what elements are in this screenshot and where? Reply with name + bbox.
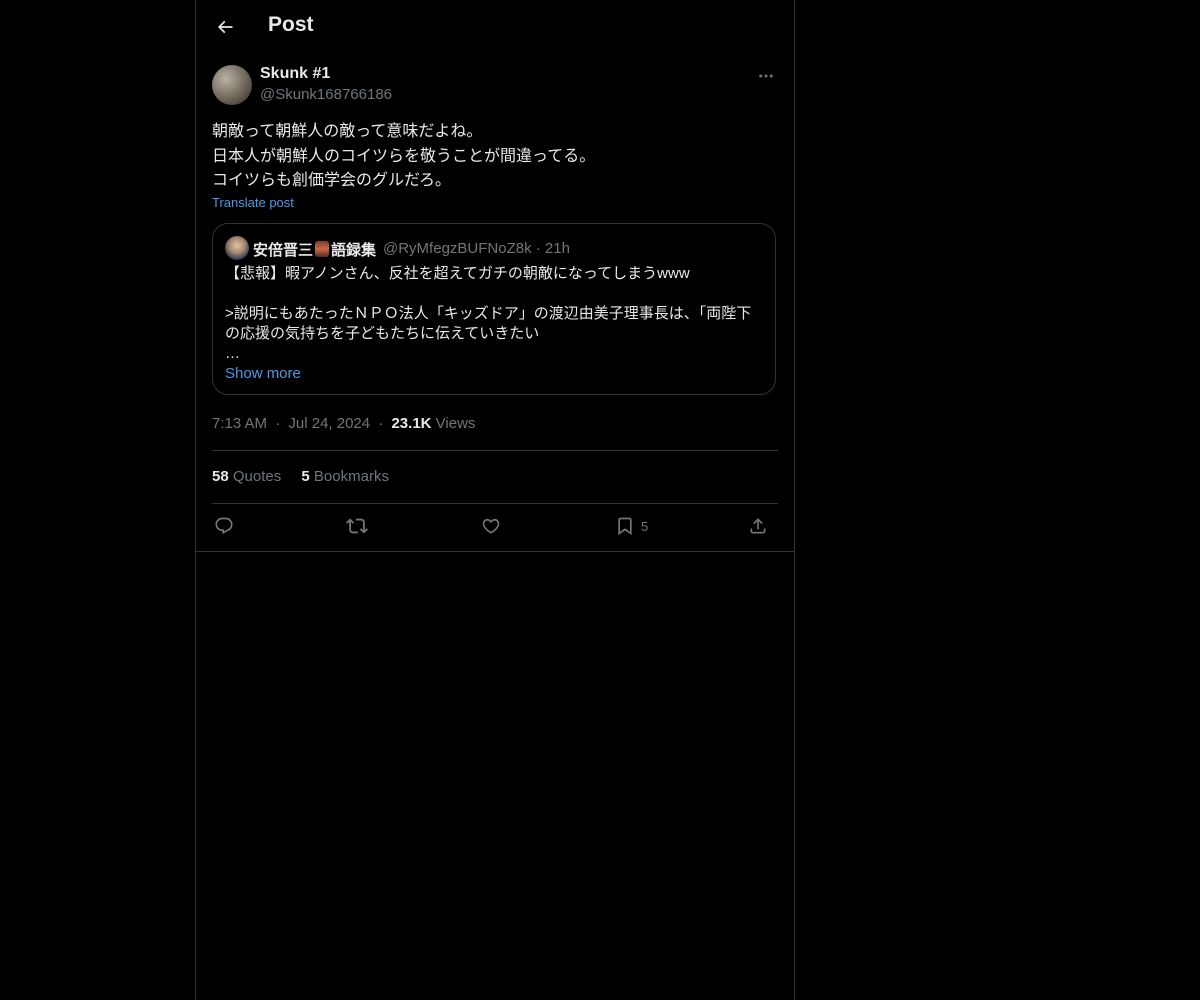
repost-button[interactable] xyxy=(346,514,368,538)
quotes-count: 58 xyxy=(212,468,229,485)
emoji-icon xyxy=(315,241,330,257)
post-text: 朝敵って朝鮮人の敵って意味だよね。 日本人が朝鮮人のコイツらを敬うことが間違って… xyxy=(212,123,596,189)
back-button[interactable] xyxy=(208,10,242,44)
post-author: Skunk #1 @Skunk168766186 xyxy=(212,64,778,108)
views-label: Views xyxy=(435,415,476,432)
bookmark-button[interactable]: 5 xyxy=(615,514,648,538)
quotes-stat[interactable]: 58 Quotes xyxy=(212,468,281,485)
bookmarks-count: 5 xyxy=(301,468,310,485)
post-stats: 58 Quotes 5 Bookmarks xyxy=(212,468,405,485)
author-display-name[interactable]: Skunk #1 xyxy=(260,65,330,83)
quoted-author-name-part1: 安倍晋三 xyxy=(253,242,314,259)
post-date[interactable]: Jul 24, 2024 xyxy=(288,415,370,432)
reply-button[interactable] xyxy=(214,514,234,538)
divider xyxy=(212,503,778,504)
post-time[interactable]: 7:13 AM xyxy=(212,415,267,432)
bookmark-count: 5 xyxy=(641,518,649,534)
more-horizontal-icon xyxy=(759,74,773,78)
page-title: Post xyxy=(268,13,314,36)
reply-icon xyxy=(215,517,233,535)
arrow-left-icon xyxy=(217,20,233,34)
bookmarks-label: Bookmarks xyxy=(313,468,389,485)
like-icon xyxy=(482,518,500,534)
quoted-post-text: 【悲報】暇アノンさん、反社を超えてガチの朝敵になってしまうwww >説明にもあた… xyxy=(225,265,752,362)
quoted-author-name: 安倍晋三 語録集 xyxy=(253,239,376,260)
bookmark-icon xyxy=(618,517,632,536)
divider xyxy=(196,551,794,552)
show-more-link[interactable]: Show more xyxy=(225,365,301,382)
quotes-label: Quotes xyxy=(232,468,282,485)
quoted-author-handle-time: @RyMfegzBUFNoZ8k · 21h xyxy=(383,240,570,257)
action-bar: 5 xyxy=(212,512,778,542)
translate-post-link[interactable]: Translate post xyxy=(212,195,294,210)
top-bar: Post xyxy=(196,0,794,53)
share-button[interactable] xyxy=(748,514,768,538)
bookmarks-stat[interactable]: 5 Bookmarks xyxy=(301,468,389,485)
quoted-author-name-part2: 語録集 xyxy=(331,242,377,259)
views-count: 23.1K xyxy=(391,415,432,432)
like-button[interactable] xyxy=(481,514,501,538)
main-column: Post Skunk #1 @Skunk168766186 朝敵って朝鮮人の敵っ… xyxy=(195,0,795,1000)
author-handle[interactable]: @Skunk168766186 xyxy=(260,86,392,103)
post-meta: 7:13 AM · Jul 24, 2024 · 23.1K Views xyxy=(212,415,475,432)
more-options-button[interactable] xyxy=(754,64,778,88)
repost-icon xyxy=(346,518,368,534)
meta-separator: · xyxy=(275,415,281,432)
quoted-author-avatar xyxy=(225,236,249,260)
share-icon xyxy=(750,518,766,534)
meta-separator: · xyxy=(378,415,384,432)
divider xyxy=(212,450,778,451)
author-avatar[interactable] xyxy=(212,65,252,105)
quoted-post[interactable]: 安倍晋三 語録集 @RyMfegzBUFNoZ8k · 21h 【悲報】暇アノンさ… xyxy=(212,223,776,395)
